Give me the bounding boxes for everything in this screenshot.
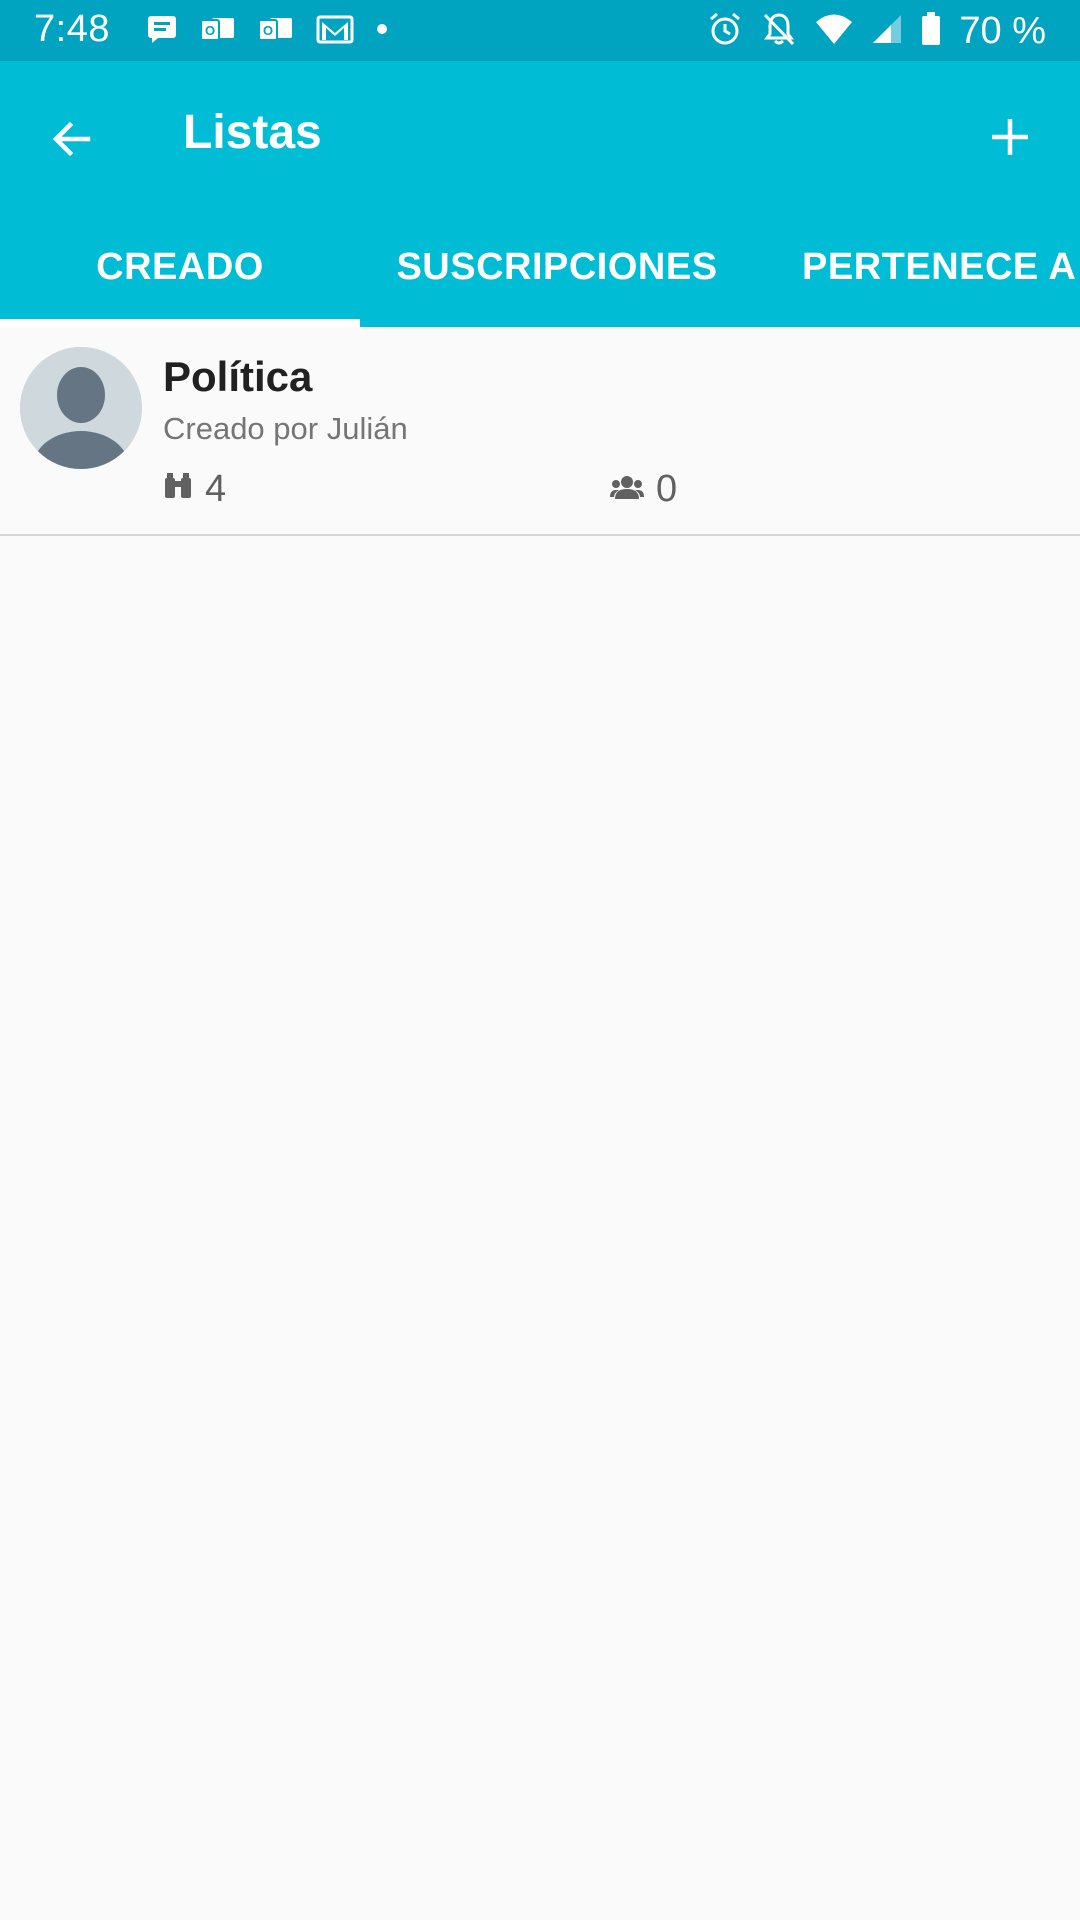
- tab-suscripciones[interactable]: SUSCRIPCIONES: [360, 207, 754, 327]
- tab-indicator: [0, 319, 360, 327]
- battery-icon: [921, 11, 941, 51]
- back-button[interactable]: [32, 101, 112, 181]
- list-title: Política: [163, 353, 313, 400]
- message-icon: [146, 14, 178, 49]
- svg-text:O: O: [263, 23, 273, 38]
- notifications-off-icon: [761, 11, 797, 52]
- binoculars-icon: [163, 468, 193, 511]
- outlook-icon: O: [258, 14, 294, 49]
- list-creator: Creado por Julián: [163, 411, 408, 446]
- battery-percentage: 70 %: [959, 9, 1046, 52]
- tab-bar: CREADO SUSCRIPCIONES PERTENECE A: [0, 207, 1080, 327]
- members-value: 0: [656, 467, 678, 510]
- add-list-button[interactable]: [970, 99, 1050, 179]
- add-icon: [988, 115, 1032, 164]
- followers-value: 4: [205, 467, 227, 510]
- list-item[interactable]: Política Creado por Julián 4 0: [0, 327, 1080, 536]
- arrow-back-icon: [48, 115, 96, 168]
- person-icon: [20, 347, 142, 469]
- app-bar: Listas CREADO SUSCRIPCIONES PERTENECE A: [0, 61, 1080, 327]
- tab-pertenece-a[interactable]: PERTENECE A: [780, 207, 1080, 327]
- avatar: [20, 347, 142, 469]
- status-time: 7:48: [34, 8, 110, 50]
- page-title: Listas: [183, 106, 322, 159]
- followers-count: 4: [163, 465, 226, 513]
- wifi-icon: [815, 13, 853, 50]
- dot-icon: [376, 22, 388, 40]
- group-icon: [610, 468, 644, 511]
- status-bar: 7:48 O O 70 %: [0, 0, 1080, 61]
- notification-icons: O O: [146, 14, 388, 48]
- svg-text:O: O: [205, 23, 215, 38]
- system-icons: 70 %: [707, 8, 1046, 54]
- alarm-icon: [707, 11, 743, 52]
- lists-list: Política Creado por Julián 4 0: [0, 327, 1080, 536]
- signal-icon: [871, 13, 903, 50]
- tab-creado[interactable]: CREADO: [0, 207, 360, 327]
- outlook-icon: O: [200, 14, 236, 49]
- members-count: 0: [610, 465, 677, 513]
- toolbar: Listas: [0, 61, 1080, 207]
- gmail-icon: [316, 14, 354, 49]
